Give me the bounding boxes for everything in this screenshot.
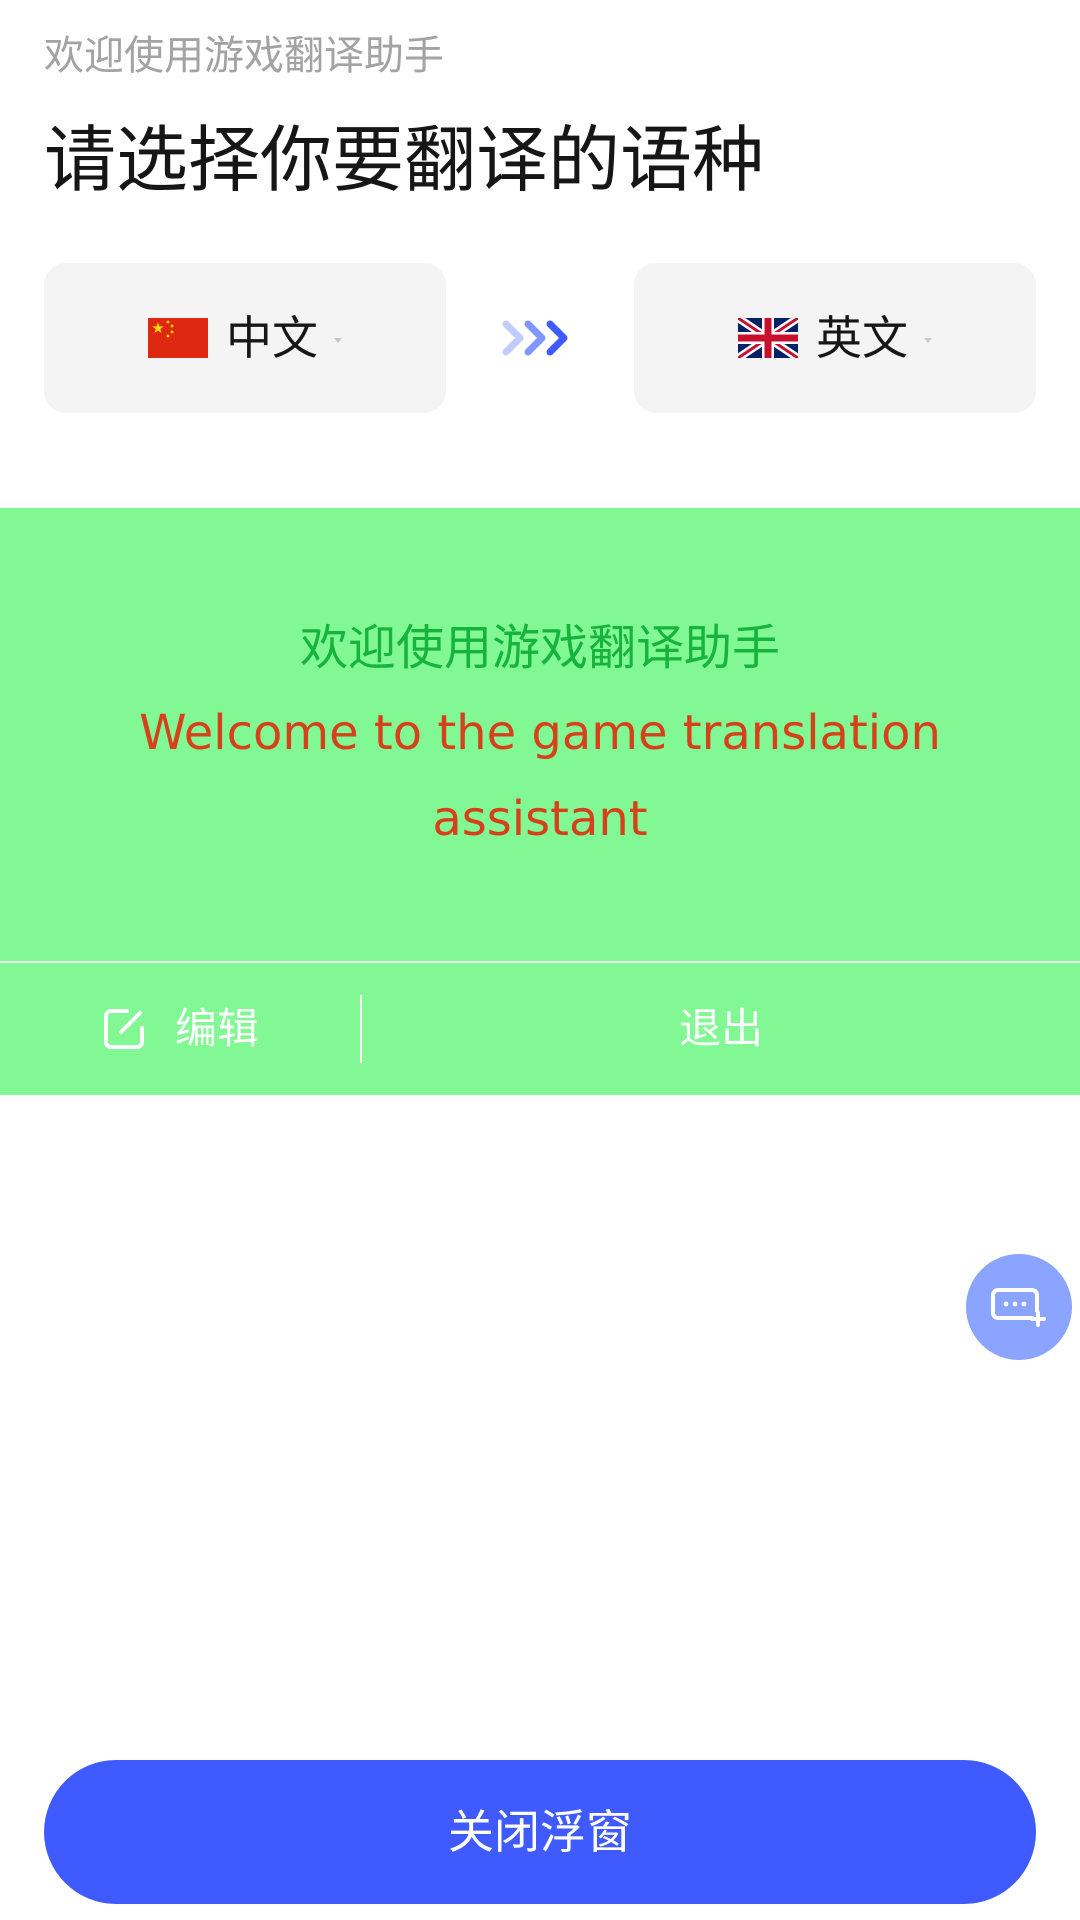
app-subtitle: 欢迎使用游戏翻译助手 xyxy=(44,33,444,79)
edit-icon xyxy=(103,1009,144,1049)
message-add-icon xyxy=(991,1288,1046,1327)
edit-label: 编辑 xyxy=(174,1004,259,1053)
edit-button[interactable]: 编辑 xyxy=(0,963,360,1095)
china-flag-icon xyxy=(148,318,208,358)
chevron-down-icon xyxy=(334,337,342,343)
translation-content: 欢迎使用游戏翻译助手 Welcome to the game translati… xyxy=(0,508,1080,960)
target-language-selector[interactable]: 英文 xyxy=(634,263,1036,413)
source-language-selector[interactable]: 中文 xyxy=(44,263,446,413)
page-title: 请选择你要翻译的语种 xyxy=(44,118,765,202)
source-text: 欢迎使用游戏翻译助手 xyxy=(299,620,780,676)
chevron-down-icon xyxy=(924,337,932,343)
target-language-label: 英文 xyxy=(816,311,908,365)
source-language-label: 中文 xyxy=(226,311,318,365)
translated-text: Welcome to the game translation assistan… xyxy=(139,705,941,847)
uk-flag-icon xyxy=(738,318,798,358)
panel-actions: 编辑 退出 xyxy=(0,963,1080,1095)
floating-add-button[interactable] xyxy=(966,1254,1072,1360)
exit-button[interactable]: 退出 xyxy=(362,963,1080,1095)
translation-panel: 欢迎使用游戏翻译助手 Welcome to the game translati… xyxy=(0,508,1080,1095)
exit-label: 退出 xyxy=(678,1004,763,1053)
close-button-label: 关闭浮窗 xyxy=(448,1805,632,1859)
triple-chevron-right-icon xyxy=(502,320,568,356)
close-floating-window-button[interactable]: 关闭浮窗 xyxy=(44,1760,1036,1904)
